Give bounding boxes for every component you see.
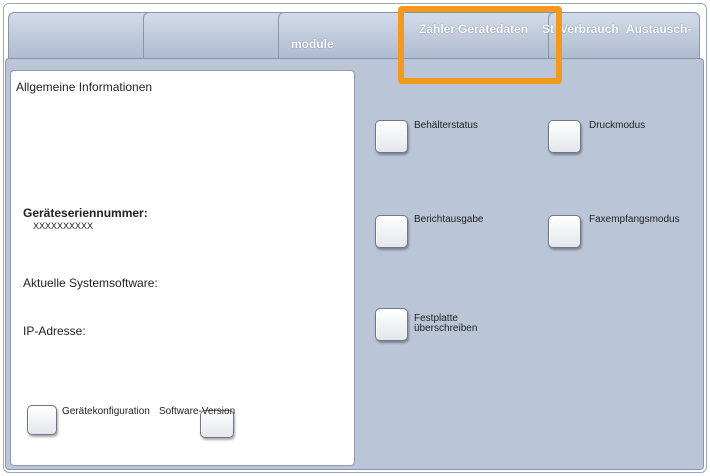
druckmodus-label: Druckmodus [589,120,646,131]
faxempfangsmodus-button[interactable] [548,215,581,248]
tab-verbrauch-label: Verbrauch [560,22,619,36]
faxempfangsmodus-label: Faxempfangsmodus [589,214,680,225]
festplatte-button[interactable] [375,308,408,341]
ip-label: IP-Adresse: [23,324,86,338]
druckmodus-button[interactable] [548,120,581,153]
software-version-label: Software-Version [159,406,236,417]
serial-value: XXXXXXXXXX [33,221,94,231]
behaelterstatus-button[interactable] [375,120,408,153]
berichtausgabe-label: Berichtausgabe [414,214,484,225]
tab-module-label-main: module [291,37,334,51]
device-config-label: Gerätekonfiguration [62,406,150,417]
tab-austausch-label: Austausch- [626,22,692,36]
info-heading: Allgemeine Informationen [16,80,153,94]
serial-label: Geräteseriennummer: [23,206,148,220]
highlight-box [398,6,562,84]
festplatte-label-line2: überschreiben [414,323,478,334]
behaelterstatus-label: Behälterstatus [414,120,478,131]
device-config-button[interactable] [27,405,57,435]
berichtausgabe-button[interactable] [375,215,408,248]
software-label: Aktuelle Systemsoftware: [23,276,158,290]
